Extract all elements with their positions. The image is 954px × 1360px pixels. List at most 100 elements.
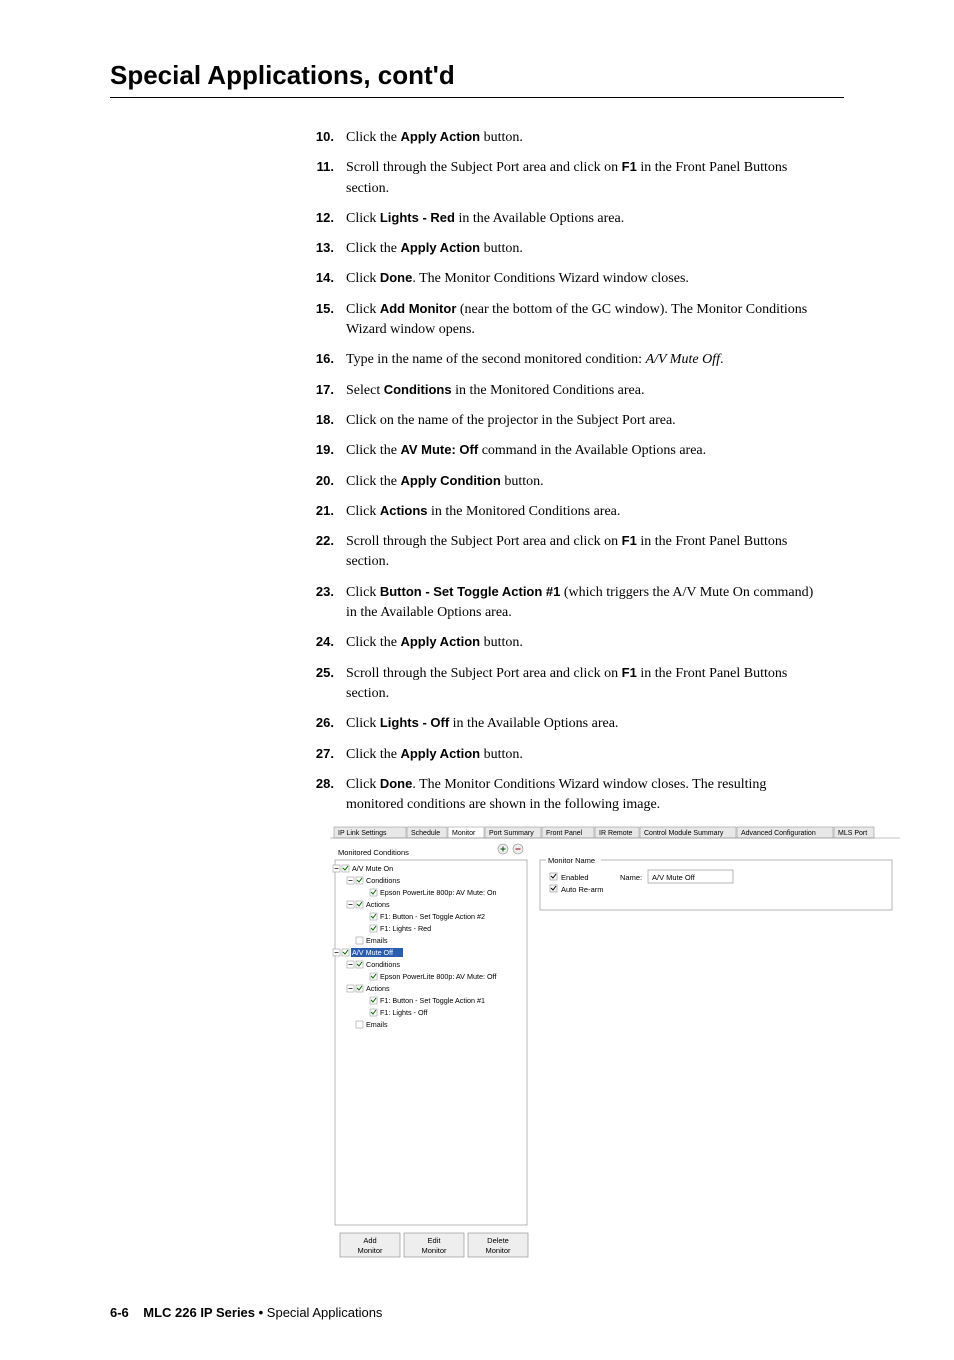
step-number: 22.: [300, 532, 334, 573]
step-item: 21. Click Actions in the Monitored Condit…: [300, 502, 824, 522]
step-item: 17. Select Conditions in the Monitored Co…: [300, 381, 824, 401]
step-text: Type in the name of the second monitored…: [346, 350, 824, 370]
step-text: Click Done. The Monitor Conditions Wizar…: [346, 775, 824, 816]
svg-text:A/V Mute Off: A/V Mute Off: [352, 948, 393, 957]
step-item: 11. Scroll through the Subject Port area …: [300, 158, 824, 199]
svg-text:Emails: Emails: [366, 1020, 388, 1029]
svg-text:Epson PowerLite 800p: AV Mute:: Epson PowerLite 800p: AV Mute: On: [380, 888, 497, 897]
step-text: Click Lights - Off in the Available Opti…: [346, 714, 824, 734]
step-item: 22. Scroll through the Subject Port area …: [300, 532, 824, 573]
svg-text:F1: Lights - Red: F1: Lights - Red: [380, 924, 431, 933]
step-text: Click the Apply Action button.: [346, 745, 824, 765]
footer-product: MLC 226 IP Series: [143, 1305, 255, 1320]
svg-text:Monitor: Monitor: [357, 1246, 383, 1255]
step-number: 14.: [300, 269, 334, 289]
step-number: 24.: [300, 633, 334, 653]
step-item: 15. Click Add Monitor (near the bottom of…: [300, 300, 824, 341]
svg-text:F1: Button - Set Toggle Action: F1: Button - Set Toggle Action #1: [380, 996, 485, 1005]
step-number: 17.: [300, 381, 334, 401]
step-number: 13.: [300, 239, 334, 259]
svg-text:Edit: Edit: [428, 1236, 442, 1245]
step-item: 28. Click Done. The Monitor Conditions Wi…: [300, 775, 824, 816]
step-text: Click the Apply Action button.: [346, 633, 824, 653]
footer-sep: •: [255, 1305, 267, 1320]
svg-text:Monitor: Monitor: [421, 1246, 447, 1255]
step-number: 21.: [300, 502, 334, 522]
step-item: 20. Click the Apply Condition button.: [300, 472, 824, 492]
svg-text:Monitor Name: Monitor Name: [548, 856, 595, 865]
step-number: 20.: [300, 472, 334, 492]
svg-text:Conditions: Conditions: [366, 876, 400, 885]
step-text: Scroll through the Subject Port area and…: [346, 532, 824, 573]
step-number: 25.: [300, 664, 334, 705]
svg-text:Enabled: Enabled: [561, 873, 589, 882]
step-text: Click the Apply Action button.: [346, 128, 824, 148]
svg-text:F1: Lights - Off: F1: Lights - Off: [380, 1008, 427, 1017]
step-number: 10.: [300, 128, 334, 148]
step-item: 12. Click Lights - Red in the Available O…: [300, 209, 824, 229]
step-item: 10. Click the Apply Action button.: [300, 128, 824, 148]
svg-text:Actions: Actions: [366, 900, 390, 909]
step-number: 19.: [300, 441, 334, 461]
svg-text:Actions: Actions: [366, 984, 390, 993]
step-number: 12.: [300, 209, 334, 229]
svg-text:Conditions: Conditions: [366, 960, 400, 969]
step-text: Click Done. The Monitor Conditions Wizar…: [346, 269, 824, 289]
step-text: Click Add Monitor (near the bottom of th…: [346, 300, 824, 341]
svg-text:A/V Mute Off: A/V Mute Off: [652, 873, 696, 882]
step-item: 18. Click on the name of the projector in…: [300, 411, 824, 431]
svg-text:Advanced Configuration: Advanced Configuration: [741, 830, 816, 837]
step-number: 23.: [300, 583, 334, 624]
step-item: 26. Click Lights - Off in the Available O…: [300, 714, 824, 734]
step-item: 24. Click the Apply Action button.: [300, 633, 824, 653]
svg-text:Delete: Delete: [487, 1236, 509, 1245]
svg-text:Schedule: Schedule: [411, 830, 440, 837]
svg-text:Add: Add: [363, 1236, 376, 1245]
step-text: Click Lights - Red in the Available Opti…: [346, 209, 824, 229]
step-item: 27. Click the Apply Action button.: [300, 745, 824, 765]
page-footer: 6-6 MLC 226 IP Series • Special Applicat…: [110, 1305, 884, 1320]
step-number: 26.: [300, 714, 334, 734]
step-item: 13. Click the Apply Action button.: [300, 239, 824, 259]
step-number: 18.: [300, 411, 334, 431]
svg-text:Name:: Name:: [620, 873, 642, 882]
svg-text:F1: Button - Set Toggle Action: F1: Button - Set Toggle Action #2: [380, 912, 485, 921]
step-list: 10. Click the Apply Action button. 11. Scro…: [300, 128, 824, 815]
step-text: Click the Apply Condition button.: [346, 472, 824, 492]
step-item: 19. Click the AV Mute: Off command in the…: [300, 441, 824, 461]
svg-text:MLS Port: MLS Port: [838, 830, 867, 837]
svg-text:Auto Re-arm: Auto Re-arm: [561, 885, 604, 894]
step-text: Click the AV Mute: Off command in the Av…: [346, 441, 824, 461]
title-rule: [110, 97, 844, 98]
step-item: 16. Type in the name of the second monito…: [300, 350, 824, 370]
step-number: 28.: [300, 775, 334, 816]
svg-text:IP Link Settings: IP Link Settings: [338, 830, 387, 837]
svg-text:Monitored Conditions: Monitored Conditions: [338, 848, 409, 857]
step-text: Scroll through the Subject Port area and…: [346, 664, 824, 705]
step-text: Select Conditions in the Monitored Condi…: [346, 381, 824, 401]
step-text: Click on the name of the projector in th…: [346, 411, 824, 431]
step-number: 16.: [300, 350, 334, 370]
step-text: Click Button - Set Toggle Action #1 (whi…: [346, 583, 824, 624]
step-text: Scroll through the Subject Port area and…: [346, 158, 824, 199]
svg-text:Monitor: Monitor: [452, 830, 476, 837]
svg-text:Monitor: Monitor: [485, 1246, 511, 1255]
svg-text:A/V Mute On: A/V Mute On: [352, 864, 393, 873]
step-number: 15.: [300, 300, 334, 341]
page-number: 6-6: [110, 1305, 129, 1320]
footer-section: Special Applications: [267, 1305, 383, 1320]
step-text: Click the Apply Action button.: [346, 239, 824, 259]
step-text: Click Actions in the Monitored Condition…: [346, 502, 824, 522]
step-number: 11.: [300, 158, 334, 199]
svg-text:Control Module Summary: Control Module Summary: [644, 830, 724, 837]
step-item: 25. Scroll through the Subject Port area …: [300, 664, 824, 705]
svg-text:Front Panel: Front Panel: [546, 830, 583, 837]
page-title: Special Applications, cont'd: [110, 60, 884, 95]
svg-text:Epson PowerLite 800p: AV Mute:: Epson PowerLite 800p: AV Mute: Off: [380, 972, 496, 981]
svg-text:IR Remote: IR Remote: [599, 830, 633, 837]
svg-text:Emails: Emails: [366, 936, 388, 945]
step-number: 27.: [300, 745, 334, 765]
svg-text:Port Summary: Port Summary: [489, 830, 534, 837]
screenshot-figure: IP Link Settings Schedule Monitor Port Summ…: [330, 825, 900, 1275]
step-item: 23. Click Button - Set Toggle Action #1 (…: [300, 583, 824, 624]
